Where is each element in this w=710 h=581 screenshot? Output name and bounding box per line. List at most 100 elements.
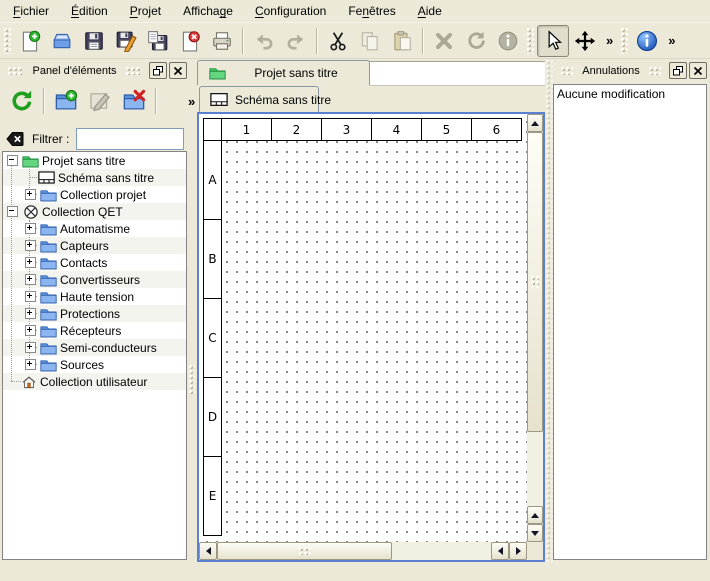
toolbar-overflow-button[interactable]: »: [663, 33, 680, 48]
scroll-left-button[interactable]: [491, 542, 509, 560]
tree-expander-collapsed[interactable]: [25, 291, 36, 302]
tab-project[interactable]: Projet sans titre: [197, 60, 370, 85]
frame-row-header: C: [204, 299, 222, 378]
redo-button[interactable]: [280, 25, 312, 57]
tab-diagram[interactable]: Schéma sans titre: [199, 86, 319, 112]
scroll-left-button[interactable]: [199, 542, 217, 560]
scroll-right-button[interactable]: [509, 542, 527, 560]
tree-expander-collapsed[interactable]: [25, 189, 36, 200]
tree-expander-collapsed[interactable]: [25, 240, 36, 251]
vertical-scroll-thumb[interactable]: [527, 132, 543, 432]
right-splitter[interactable]: [546, 60, 553, 562]
menu-item-fichier[interactable]: Fichier: [2, 1, 60, 21]
tree-item-projet-sans-titre[interactable]: Projet sans titre: [3, 152, 186, 169]
new-document-button[interactable]: [14, 25, 46, 57]
delete-category-button[interactable]: [117, 84, 151, 118]
tree-item-label: Haute tension: [60, 290, 134, 304]
tree-item-automatisme[interactable]: Automatisme: [3, 220, 186, 237]
menu-item-fenetres[interactable]: Fenêtres: [337, 1, 406, 21]
toolbar-handle[interactable]: [527, 28, 534, 54]
delete-button[interactable]: [428, 25, 460, 57]
refresh-icon: [10, 89, 34, 113]
cut-button[interactable]: [322, 25, 354, 57]
tree-item-collection-utilisateur[interactable]: Collection utilisateur: [3, 373, 186, 390]
tree-item-recepteurs[interactable]: Récepteurs: [3, 322, 186, 339]
select-tool-button[interactable]: [537, 25, 569, 57]
element-panel-close-button[interactable]: [169, 62, 187, 79]
scroll-up-button[interactable]: [527, 114, 543, 132]
tree-item-label: Collection QET: [42, 205, 123, 219]
print-button[interactable]: [206, 25, 238, 57]
undo-history-list[interactable]: Aucune modification: [553, 84, 707, 560]
project-tab-label: Projet sans titre: [233, 66, 359, 80]
toolbar-handle[interactable]: [4, 28, 11, 54]
menu-item-edition[interactable]: Édition: [60, 1, 119, 21]
tree-item-sources[interactable]: Sources: [3, 356, 186, 373]
tree-item-label: Automatisme: [60, 222, 130, 236]
undo-panel-titlebar[interactable]: Annulations: [555, 62, 707, 79]
tree-expander-collapsed[interactable]: [25, 359, 36, 370]
undo-history-item[interactable]: Aucune modification: [554, 85, 706, 103]
tree-item-capteurs[interactable]: Capteurs: [3, 237, 186, 254]
undo-icon: [253, 30, 275, 52]
tree-expander-collapsed[interactable]: [25, 308, 36, 319]
about-button[interactable]: [631, 25, 663, 57]
undo-panel-close-button[interactable]: [689, 62, 707, 79]
close-document-button[interactable]: [174, 25, 206, 57]
diagram-info-button[interactable]: [492, 25, 524, 57]
element-panel-float-button[interactable]: [149, 62, 167, 79]
tree-expander-collapsed[interactable]: [25, 257, 36, 268]
frame-row-header: E: [204, 457, 222, 536]
save-all-button[interactable]: [142, 25, 174, 57]
tree-item-convertisseurs[interactable]: Convertisseurs: [3, 271, 186, 288]
redo-icon: [285, 30, 307, 52]
menu-item-aide[interactable]: Aide: [407, 1, 453, 21]
filter-input[interactable]: [76, 128, 184, 150]
scroll-down-button[interactable]: [527, 524, 543, 542]
left-splitter[interactable]: [188, 60, 196, 562]
tree-item-collection-projet[interactable]: Collection projet: [3, 186, 186, 203]
folder-icon: [40, 255, 57, 271]
clear-filter-button[interactable]: [5, 129, 25, 149]
tree-connector-line: [11, 164, 12, 381]
menu-item-configuration[interactable]: Configuration: [244, 1, 337, 21]
diagram-tab-label: Schéma sans titre: [235, 93, 331, 107]
toolbar-handle[interactable]: [621, 28, 628, 54]
tree-expander-expanded[interactable]: [7, 155, 18, 166]
save-as-button[interactable]: [110, 25, 142, 57]
vertical-scrollbar[interactable]: [527, 114, 543, 542]
tree-item-contacts[interactable]: Contacts: [3, 254, 186, 271]
undo-button[interactable]: [248, 25, 280, 57]
tree-item-label: Projet sans titre: [42, 154, 125, 168]
tree-expander-collapsed[interactable]: [25, 223, 36, 234]
tree-expander-collapsed[interactable]: [25, 274, 36, 285]
new-category-button[interactable]: [49, 84, 83, 118]
tree-item-label: Collection utilisateur: [40, 375, 147, 389]
element-panel-titlebar[interactable]: Panel d'éléments: [2, 62, 187, 79]
rotate-button[interactable]: [460, 25, 492, 57]
horizontal-scroll-thumb[interactable]: [217, 542, 392, 560]
tree-expander-collapsed[interactable]: [25, 342, 36, 353]
move-tool-button[interactable]: [569, 25, 601, 57]
tree-item-label: Convertisseurs: [60, 273, 140, 287]
horizontal-scrollbar[interactable]: [199, 542, 527, 560]
toolbar-overflow-button[interactable]: »: [601, 33, 618, 48]
tree-expander-collapsed[interactable]: [25, 325, 36, 336]
element-tree[interactable]: Projet sans titreSchéma sans titreCollec…: [2, 151, 187, 560]
menu-item-affichage[interactable]: Affichage: [172, 1, 244, 21]
diagram-canvas[interactable]: 123456ABCDE: [199, 114, 527, 542]
open-document-button[interactable]: [46, 25, 78, 57]
reload-collections-button[interactable]: [5, 84, 39, 118]
edit-category-button[interactable]: [83, 84, 117, 118]
paste-button[interactable]: [386, 25, 418, 57]
tree-item-haute-tension[interactable]: Haute tension: [3, 288, 186, 305]
tree-item-protections[interactable]: Protections: [3, 305, 186, 322]
scroll-up-button[interactable]: [527, 506, 543, 524]
save-button[interactable]: [78, 25, 110, 57]
tree-item-semi-conducteurs[interactable]: Semi-conducteurs: [3, 339, 186, 356]
menu-item-projet[interactable]: Projet: [119, 1, 172, 21]
copy-button[interactable]: [354, 25, 386, 57]
tree-expander-expanded[interactable]: [7, 206, 18, 217]
undo-panel-float-button[interactable]: [669, 62, 687, 79]
tree-item-collection-qet[interactable]: Collection QET: [3, 203, 186, 220]
